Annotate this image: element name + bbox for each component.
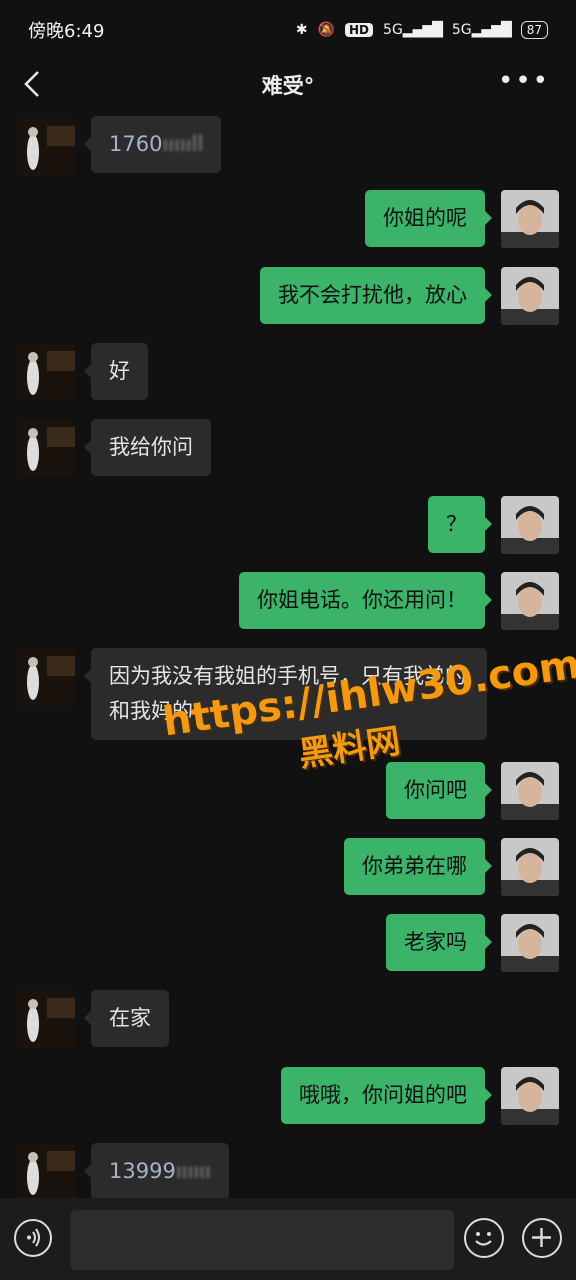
- message-bubble[interactable]: 你弟弟在哪: [344, 838, 492, 895]
- signal-icon-2: 5G▂▄▆█: [451, 22, 512, 38]
- message-bubble[interactable]: ？: [428, 496, 492, 553]
- message-bubble[interactable]: 你问吧: [386, 762, 492, 819]
- status-time: 傍晚6:49: [28, 21, 105, 42]
- mute-icon: 🔕: [317, 22, 336, 38]
- message-bubble[interactable]: 我不会打扰他，放心: [260, 267, 492, 324]
- hd-icon: HD: [345, 23, 374, 37]
- signal-icon-1: 5G▂▄▆█: [383, 22, 443, 38]
- chat-header: 难受° •••: [0, 60, 576, 110]
- chat-area[interactable]: 1760ıııııll 你姐的呢 我不会打扰他，放心 好 我给你问 ？ 你姐电话…: [0, 110, 576, 1198]
- message-bubble[interactable]: 因为我没有我姐的手机号，只有我弟的和我妈的: [84, 648, 487, 740]
- my-avatar[interactable]: [501, 1067, 559, 1125]
- add-attachment-icon[interactable]: [522, 1218, 562, 1258]
- message-bubble[interactable]: 13999ıııııı: [84, 1143, 229, 1198]
- emoji-icon[interactable]: [464, 1218, 504, 1258]
- back-icon[interactable]: [18, 68, 50, 100]
- chat-title: 难受°: [261, 74, 315, 98]
- my-avatar[interactable]: [501, 914, 559, 972]
- bluetooth-icon: ✱: [295, 22, 308, 38]
- contact-avatar[interactable]: [17, 1143, 75, 1198]
- contact-avatar[interactable]: [17, 419, 75, 477]
- message-bubble[interactable]: 我给你问: [84, 419, 211, 476]
- message-bubble[interactable]: 好: [84, 343, 148, 400]
- message-bubble[interactable]: 你姐的呢: [365, 190, 492, 247]
- my-avatar[interactable]: [501, 838, 559, 896]
- message-bubble[interactable]: 1760ıııııll: [83, 116, 222, 173]
- voice-input-icon[interactable]: [14, 1219, 52, 1257]
- more-options-icon[interactable]: •••: [498, 66, 550, 96]
- my-avatar[interactable]: [501, 190, 559, 248]
- contact-avatar[interactable]: [17, 343, 75, 401]
- status-bar: 傍晚6:49 ✱ 🔕 HD 5G▂▄▆█ 5G▂▄▆█ 87: [0, 0, 576, 60]
- message-bubble[interactable]: 在家: [84, 990, 169, 1047]
- message-bubble[interactable]: 哦哦，你问姐的吧: [281, 1067, 492, 1124]
- message-bubble[interactable]: 老家吗: [386, 914, 492, 971]
- contact-avatar[interactable]: [17, 990, 75, 1048]
- my-avatar[interactable]: [501, 496, 559, 554]
- my-avatar[interactable]: [501, 762, 559, 820]
- message-bubble[interactable]: 你姐电话。你还用问！: [239, 572, 492, 629]
- message-input[interactable]: [70, 1210, 454, 1270]
- contact-avatar[interactable]: [17, 648, 75, 706]
- contact-avatar[interactable]: [17, 118, 75, 176]
- status-icons: ✱ 🔕 HD 5G▂▄▆█ 5G▂▄▆█ 87: [296, 21, 548, 39]
- battery-icon: 87: [520, 21, 548, 39]
- my-avatar[interactable]: [501, 572, 559, 630]
- input-bar: [0, 1198, 576, 1280]
- my-avatar[interactable]: [501, 267, 559, 325]
